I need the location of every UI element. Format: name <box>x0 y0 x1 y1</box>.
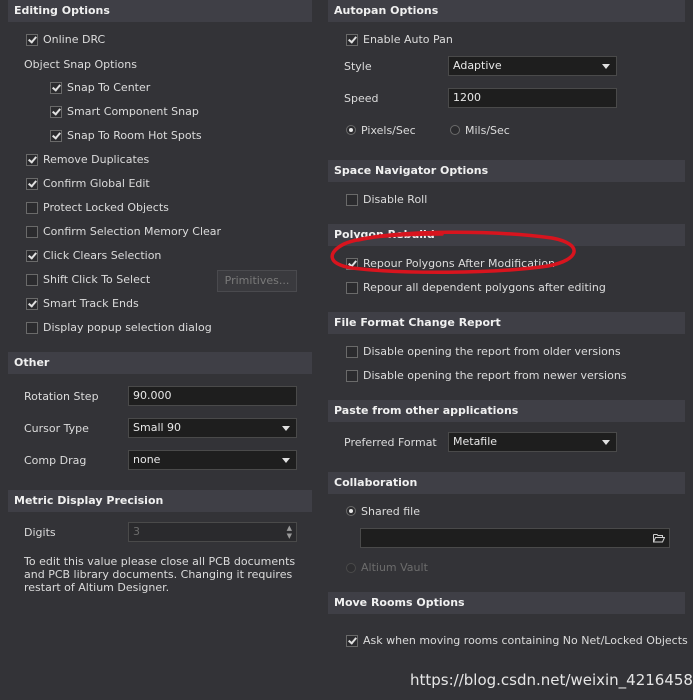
repour-after-modification-label: Repour Polygons After Modification <box>363 257 556 270</box>
metric-note: To edit this value please close all PCB … <box>24 555 296 594</box>
cursor-type-select[interactable]: Small 90 <box>128 418 297 438</box>
shift-click-to-select-checkbox[interactable] <box>26 274 38 286</box>
chevron-down-icon <box>282 458 290 463</box>
comp-drag-value: none <box>133 453 161 466</box>
online-drc-checkbox[interactable] <box>26 34 38 46</box>
rotation-step-label: Rotation Step <box>24 390 99 403</box>
pixels-sec-label: Pixels/Sec <box>361 124 416 137</box>
chevron-down-icon <box>282 426 290 431</box>
file-format-change-report-header: File Format Change Report <box>328 312 685 334</box>
disable-newer-label: Disable opening the report from newer ve… <box>363 369 627 382</box>
protect-locked-objects-label: Protect Locked Objects <box>43 201 169 214</box>
altium-vault-label: Altium Vault <box>361 561 428 574</box>
smart-component-snap-label: Smart Component Snap <box>67 105 199 118</box>
click-clears-selection-checkbox[interactable] <box>26 250 38 262</box>
space-navigator-options-header: Space Navigator Options <box>328 160 685 182</box>
primitives-button[interactable]: Primitives... <box>217 270 297 292</box>
disable-older-label: Disable opening the report from older ve… <box>363 345 621 358</box>
preferred-format-label: Preferred Format <box>344 436 437 449</box>
digits-input[interactable]: 3 ▲ ▼ <box>128 522 297 542</box>
speed-input[interactable]: 1200 <box>448 88 617 108</box>
mils-sec-label: Mils/Sec <box>465 124 510 137</box>
cursor-type-value: Small 90 <box>133 421 182 434</box>
chevron-down-icon <box>602 440 610 445</box>
spinner-down-icon[interactable]: ▼ <box>287 532 292 540</box>
pixels-sec-radio[interactable] <box>346 125 356 135</box>
style-value: Adaptive <box>453 59 502 72</box>
other-header: Other <box>8 352 312 374</box>
confirm-selection-memory-clear-checkbox[interactable] <box>26 226 38 238</box>
smart-track-ends-checkbox[interactable] <box>26 298 38 310</box>
smart-component-snap-checkbox[interactable] <box>50 106 62 118</box>
confirm-selection-memory-clear-label: Confirm Selection Memory Clear <box>43 225 222 238</box>
shared-file-path-input[interactable] <box>360 528 670 548</box>
snap-to-center-label: Snap To Center <box>67 81 151 94</box>
display-popup-selection-dialog-label: Display popup selection dialog <box>43 321 212 334</box>
disable-roll-checkbox[interactable] <box>346 194 358 206</box>
watermark-text: https://blog.csdn.net/weixin_42164589 <box>410 671 693 689</box>
rotation-step-input[interactable]: 90.000 <box>128 386 297 406</box>
confirm-global-edit-checkbox[interactable] <box>26 178 38 190</box>
repour-dependent-checkbox[interactable] <box>346 282 358 294</box>
folder-open-icon[interactable] <box>653 533 665 543</box>
ask-when-moving-rooms-label: Ask when moving rooms containing No Net/… <box>363 634 688 647</box>
ask-when-moving-rooms-checkbox[interactable] <box>346 635 358 647</box>
snap-to-center-checkbox[interactable] <box>50 82 62 94</box>
object-snap-options-label: Object Snap Options <box>24 58 137 71</box>
preferred-format-select[interactable]: Metafile <box>448 432 617 452</box>
comp-drag-select[interactable]: none <box>128 450 297 470</box>
digits-label: Digits <box>24 526 56 539</box>
snap-to-room-hot-spots-label: Snap To Room Hot Spots <box>67 129 202 142</box>
editing-options-header: Editing Options <box>8 0 312 22</box>
mils-sec-radio[interactable] <box>450 125 460 135</box>
repour-dependent-label: Repour all dependent polygons after edit… <box>363 281 606 294</box>
speed-label: Speed <box>344 92 379 105</box>
snap-to-room-hot-spots-checkbox[interactable] <box>50 130 62 142</box>
polygon-rebuild-header: Polygon Rebuild <box>328 224 685 246</box>
shared-file-label: Shared file <box>361 505 420 518</box>
disable-older-checkbox[interactable] <box>346 346 358 358</box>
repour-after-modification-checkbox[interactable] <box>346 258 358 270</box>
paste-from-other-applications-header: Paste from other applications <box>328 400 685 422</box>
disable-newer-checkbox[interactable] <box>346 370 358 382</box>
disable-roll-label: Disable Roll <box>363 193 428 206</box>
preferred-format-value: Metafile <box>453 435 498 448</box>
chevron-down-icon <box>602 64 610 69</box>
metric-display-precision-header: Metric Display Precision <box>8 490 312 512</box>
shared-file-radio[interactable] <box>346 506 356 516</box>
collaboration-header: Collaboration <box>328 472 685 494</box>
style-select[interactable]: Adaptive <box>448 56 617 76</box>
protect-locked-objects-checkbox[interactable] <box>26 202 38 214</box>
comp-drag-label: Comp Drag <box>24 454 87 467</box>
style-label: Style <box>344 60 372 73</box>
display-popup-selection-dialog-checkbox[interactable] <box>26 322 38 334</box>
cursor-type-label: Cursor Type <box>24 422 89 435</box>
remove-duplicates-checkbox[interactable] <box>26 154 38 166</box>
spinner-up-icon[interactable]: ▲ <box>287 524 292 532</box>
autopan-options-header: Autopan Options <box>328 0 685 22</box>
digits-value: 3 <box>133 525 140 538</box>
click-clears-selection-label: Click Clears Selection <box>43 249 162 262</box>
altium-vault-radio[interactable] <box>346 563 356 573</box>
online-drc-label: Online DRC <box>43 33 106 46</box>
enable-auto-pan-checkbox[interactable] <box>346 34 358 46</box>
shift-click-to-select-label: Shift Click To Select <box>43 273 151 286</box>
confirm-global-edit-label: Confirm Global Edit <box>43 177 150 190</box>
move-rooms-options-header: Move Rooms Options <box>328 592 685 614</box>
remove-duplicates-label: Remove Duplicates <box>43 153 150 166</box>
enable-auto-pan-label: Enable Auto Pan <box>363 33 453 46</box>
smart-track-ends-label: Smart Track Ends <box>43 297 139 310</box>
